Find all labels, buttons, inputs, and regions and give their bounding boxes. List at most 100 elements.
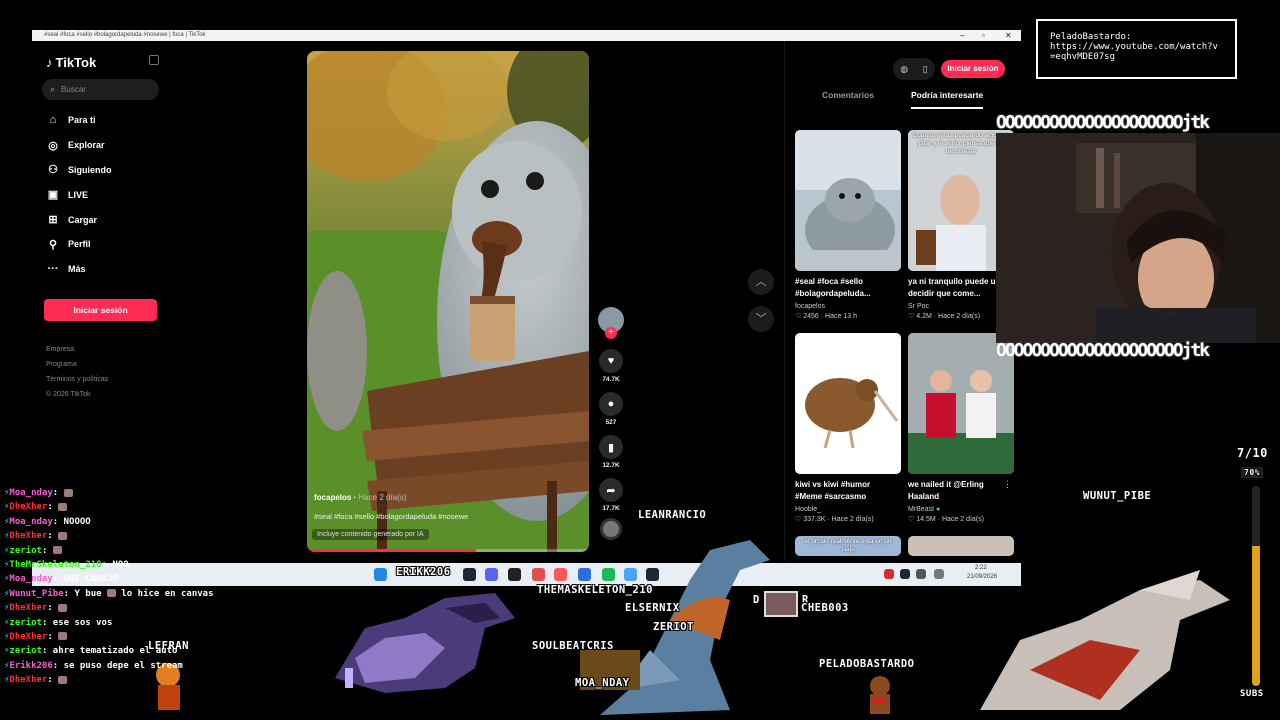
heart-outline-icon: ♡ — [795, 313, 802, 320]
previous-video-button[interactable]: ︿ — [748, 269, 774, 295]
chat-message: ⚡Moa_nday: QUE CARAJO — [4, 572, 324, 586]
chat-text: ahre tematizado el auto — [52, 646, 178, 657]
more-options-icon[interactable]: ⋮ — [1003, 479, 1012, 490]
share-icon[interactable]: ➦ — [599, 478, 623, 502]
coins-icon[interactable]: ◍ — [900, 64, 908, 75]
sidebar-item-mas[interactable]: ··· Más — [46, 257, 166, 282]
card-author[interactable]: Hooble_ — [795, 506, 901, 513]
card-author[interactable]: focapelos — [795, 303, 901, 310]
card-title: kiwi vs kiwi #humor #Meme #sarcasmo — [795, 480, 871, 501]
tab-comentarios[interactable]: Comentarios — [822, 89, 874, 109]
sidebar-item-siguiendo[interactable]: ⚇ Siguiendo — [46, 158, 166, 183]
video-progress[interactable] — [307, 549, 589, 552]
search-box[interactable]: ⌕ — [42, 79, 159, 100]
maximize-icon[interactable]: ▫ — [982, 30, 985, 41]
chat-emote-icon — [58, 531, 68, 540]
seal-thumbnail-art — [795, 130, 901, 271]
card-thumbnail[interactable] — [795, 333, 901, 474]
window-title: #seal #foca #sello #bolagordapeluda #nos… — [44, 32, 206, 38]
network-icon[interactable] — [934, 569, 944, 579]
tray-steam-icon[interactable] — [900, 569, 910, 579]
chat-username: DheXher — [9, 631, 48, 642]
card-author[interactable]: MrBeast ● — [908, 506, 1014, 513]
chat-message: ⚡Moa_nday: NOOOO — [4, 515, 324, 529]
chat-separator: : — [101, 559, 113, 570]
card-title: #seal #foca #sello #bolagordapeluda... — [795, 277, 871, 298]
terminal-icon[interactable] — [508, 568, 521, 581]
chat-separator: : — [63, 588, 75, 599]
overlay-name-cheb003: CHEB003 — [801, 602, 849, 614]
author-avatar[interactable]: + — [598, 307, 624, 339]
chat-message: ⚡zeriot: ese sos vos — [4, 616, 324, 630]
overlay-name-erikk206: ERIKK206 — [396, 566, 451, 578]
overlay-name-themrskeleton: THEMASKELETON_210 — [537, 584, 653, 596]
app-icon[interactable] — [532, 568, 545, 581]
video-author[interactable]: focapelos · Hace 2 día(s) — [314, 493, 406, 502]
steam-icon[interactable] — [463, 568, 476, 581]
subs-label: SUBS — [1240, 689, 1264, 699]
sidebar-item-live[interactable]: ▣ LIVE — [46, 182, 166, 207]
login-button[interactable]: Iniciar sesión — [44, 299, 157, 321]
share-action[interactable]: ➦ 17.7K — [597, 478, 625, 512]
live-icon: ▣ — [47, 189, 59, 202]
minimize-icon[interactable]: – — [960, 30, 964, 41]
thumbnail-caption: el broski realmente esta en un viaje — [804, 538, 892, 553]
chat-separator: : — [52, 660, 64, 671]
chat-text: NOO — [112, 559, 129, 570]
video-player[interactable]: focapelos · Hace 2 día(s) #seal #foca #s… — [307, 51, 589, 552]
bookmark-icon[interactable]: ▮ — [599, 435, 623, 459]
card-author-name: MrBeast — [908, 506, 935, 513]
sidebar-item-label: Más — [68, 264, 86, 275]
sidebar-item-perfil[interactable]: ⚲ Perfil — [46, 232, 166, 257]
comment-action[interactable]: ● 527 — [597, 392, 625, 426]
card-thumbnail[interactable] — [795, 130, 901, 271]
sidebar-nav: ⌂ Para ti ◎ Explorar ⚇ Siguiendo ▣ LIVE ⊞ Car… — [46, 108, 166, 282]
chat-separator: : — [47, 675, 59, 686]
search-input[interactable] — [61, 85, 152, 94]
next-video-button[interactable]: ﹀ — [748, 306, 774, 332]
chat-message: ⚡DheXher: — [4, 529, 324, 543]
collapse-sidebar-icon[interactable] — [149, 55, 159, 65]
follow-plus-icon[interactable]: + — [605, 327, 617, 339]
card-thumbnail[interactable] — [908, 536, 1014, 556]
recommendation-card[interactable]: kiwi vs kiwi #humor #Meme #sarcasmo Hoob… — [795, 333, 901, 523]
recommendation-card-partial[interactable] — [908, 536, 1014, 556]
heart-icon[interactable]: ♥ — [599, 349, 623, 373]
tab-podria-interesarte[interactable]: Podría interesarte — [911, 89, 984, 109]
chat-message: ⚡zeriot: ahre tematizado el auto — [4, 644, 324, 658]
sidebar-item-para-ti[interactable]: ⌂ Para ti — [46, 108, 166, 133]
recommendation-card[interactable]: #seal #foca #sello #bolagordapeluda... f… — [795, 130, 901, 320]
card-likes: 14.5M — [916, 516, 936, 523]
sidebar-item-explorar[interactable]: ◎ Explorar — [46, 133, 166, 158]
video-tags[interactable]: #seal #foca #sello #bolagordapeluda #nos… — [314, 512, 468, 521]
sidebar-item-label: LIVE — [68, 189, 89, 200]
start-icon[interactable] — [374, 568, 387, 581]
overlay-name-elsernix: ELSERNIX — [625, 602, 680, 614]
link-empresa[interactable]: Empresa — [46, 346, 108, 361]
comment-icon[interactable]: ● — [599, 392, 623, 416]
chat-message: ⚡Moa_nday: — [4, 486, 324, 500]
like-action[interactable]: ♥ 74.7K — [597, 349, 625, 383]
save-action[interactable]: ▮ 12.7K — [597, 435, 625, 469]
card-thumbnail[interactable]: el broski realmente esta en un viaje — [795, 536, 901, 556]
link-terminos[interactable]: Términos y políticas — [46, 376, 108, 391]
chat-username: DheXher — [9, 603, 48, 614]
tray-icon[interactable] — [884, 569, 894, 579]
footer-links: Empresa Programa Términos y políticas © … — [46, 346, 108, 406]
card-likes: 337.3K — [803, 516, 826, 523]
discord-icon[interactable] — [485, 568, 498, 581]
home-icon: ⌂ — [49, 114, 57, 127]
chat-text: se puso depe el stream — [63, 660, 183, 671]
chat-emote-icon — [63, 488, 73, 497]
close-icon[interactable]: ✕ — [1005, 30, 1012, 41]
header-login-button[interactable]: Iniciar sesión — [941, 60, 1005, 78]
tiktok-logo[interactable]: ♪ TikTok — [46, 55, 96, 70]
device-icon[interactable]: ▯ — [923, 64, 928, 75]
chat-emote-icon — [58, 675, 68, 684]
sidebar-item-cargar[interactable]: ⊞ Cargar — [46, 207, 166, 232]
link-programa[interactable]: Programa — [46, 361, 108, 376]
chat-separator: : — [47, 631, 59, 642]
tray-app-icon[interactable] — [916, 569, 926, 579]
recommendations-panel: ◍ ▯ Iniciar sesión Comentarios Podría in… — [784, 41, 1021, 561]
recommendation-card-partial[interactable]: el broski realmente esta en un viaje — [795, 536, 901, 556]
